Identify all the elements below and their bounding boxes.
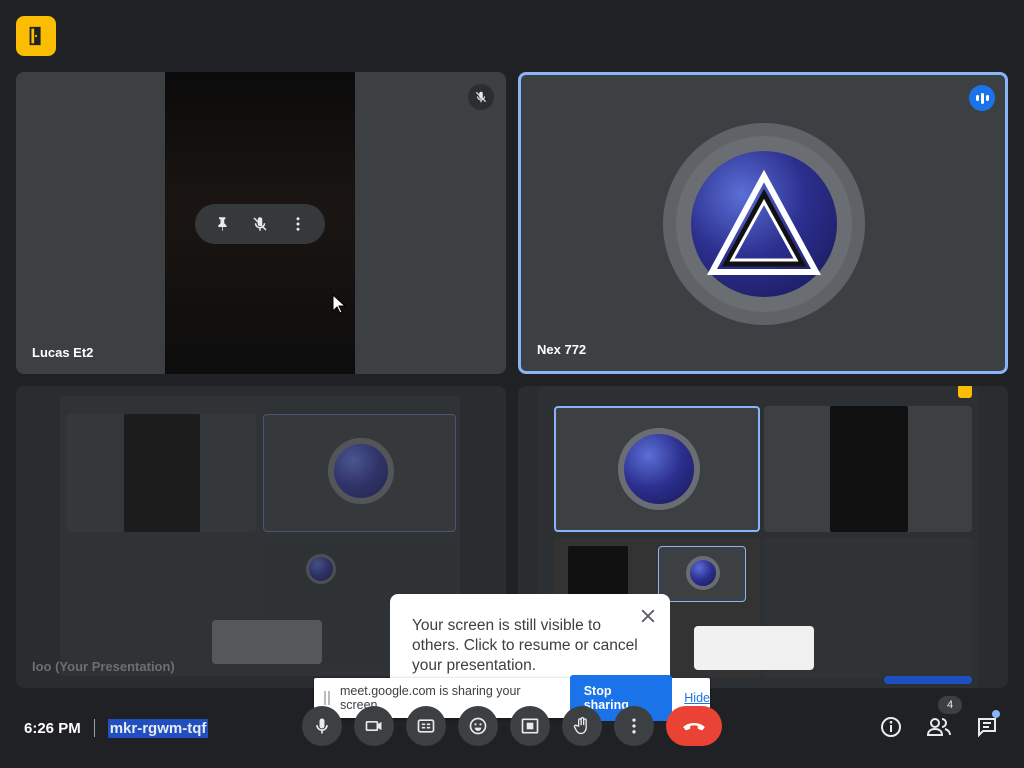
- mouse-cursor-icon: [332, 294, 346, 314]
- meeting-details-button[interactable]: [876, 712, 906, 742]
- nested-avatar: [328, 438, 394, 504]
- nested-popup: [694, 626, 814, 670]
- chat-icon: [978, 718, 996, 738]
- present-button[interactable]: [510, 706, 550, 746]
- participant-tile-2[interactable]: Nex 772: [518, 72, 1008, 374]
- chat-notification-dot: [992, 710, 1000, 718]
- nested-video: [124, 414, 200, 532]
- raise-hand-button[interactable]: [562, 706, 602, 746]
- info-icon: [881, 717, 901, 737]
- people-icon: [926, 718, 951, 736]
- end-call-icon: [683, 723, 705, 731]
- hide-link[interactable]: Hide: [684, 691, 710, 705]
- meeting-code[interactable]: mkr-rgwm-tqf: [107, 718, 209, 738]
- nested-avatar: [306, 554, 336, 584]
- present-icon: [521, 718, 539, 734]
- nested-popup: [212, 620, 322, 664]
- people-button[interactable]: [924, 712, 954, 742]
- raise-hand-icon: [573, 717, 587, 735]
- mic-icon: [316, 718, 328, 734]
- end-call-button[interactable]: [666, 706, 722, 746]
- triangle-logo-icon: [706, 169, 822, 275]
- drag-handle-icon[interactable]: [324, 691, 330, 705]
- microphone-button[interactable]: [302, 706, 342, 746]
- captions-button[interactable]: [406, 706, 446, 746]
- participant-name: Ioo (Your Presentation): [32, 659, 175, 674]
- avatar: [691, 151, 837, 297]
- meeting-info: 6:26 PM mkr-rgwm-tqf: [24, 716, 209, 740]
- presentation-reminder-popup[interactable]: Your screen is still visible to others. …: [390, 594, 670, 678]
- more-options-button[interactable]: [614, 706, 654, 746]
- popup-message: Your screen is still visible to others. …: [412, 617, 638, 674]
- nested-avatar: [618, 428, 700, 510]
- participant-tile-1[interactable]: Lucas Et2: [16, 72, 506, 374]
- nested-code: [884, 676, 972, 684]
- more-options-icon: [632, 718, 636, 734]
- participant-name: Lucas Et2: [32, 345, 94, 360]
- meeting-time: 6:26 PM: [24, 719, 81, 737]
- camera-button[interactable]: [354, 706, 394, 746]
- mute-participant-icon[interactable]: [247, 211, 273, 237]
- avatar-ring: [663, 123, 865, 325]
- nested-avatar: [686, 556, 720, 590]
- tile-hover-actions: [195, 204, 325, 244]
- emoji-icon: [469, 717, 487, 735]
- people-count-badge: 4: [938, 696, 962, 714]
- mic-off-icon: [468, 84, 494, 110]
- captions-icon: [417, 719, 435, 733]
- door-exit-icon: [29, 26, 41, 46]
- reactions-button[interactable]: [458, 706, 498, 746]
- meeting-host-badge[interactable]: [16, 16, 56, 56]
- pin-icon[interactable]: [209, 211, 235, 237]
- divider: [93, 719, 95, 737]
- close-icon[interactable]: [638, 606, 658, 626]
- speaking-indicator-icon: [969, 85, 995, 111]
- host-badge: [958, 386, 972, 398]
- nested-video: [830, 406, 908, 532]
- participant-name: Nex 772: [537, 342, 587, 357]
- more-vert-icon[interactable]: [285, 211, 311, 237]
- camera-icon: [365, 721, 382, 731]
